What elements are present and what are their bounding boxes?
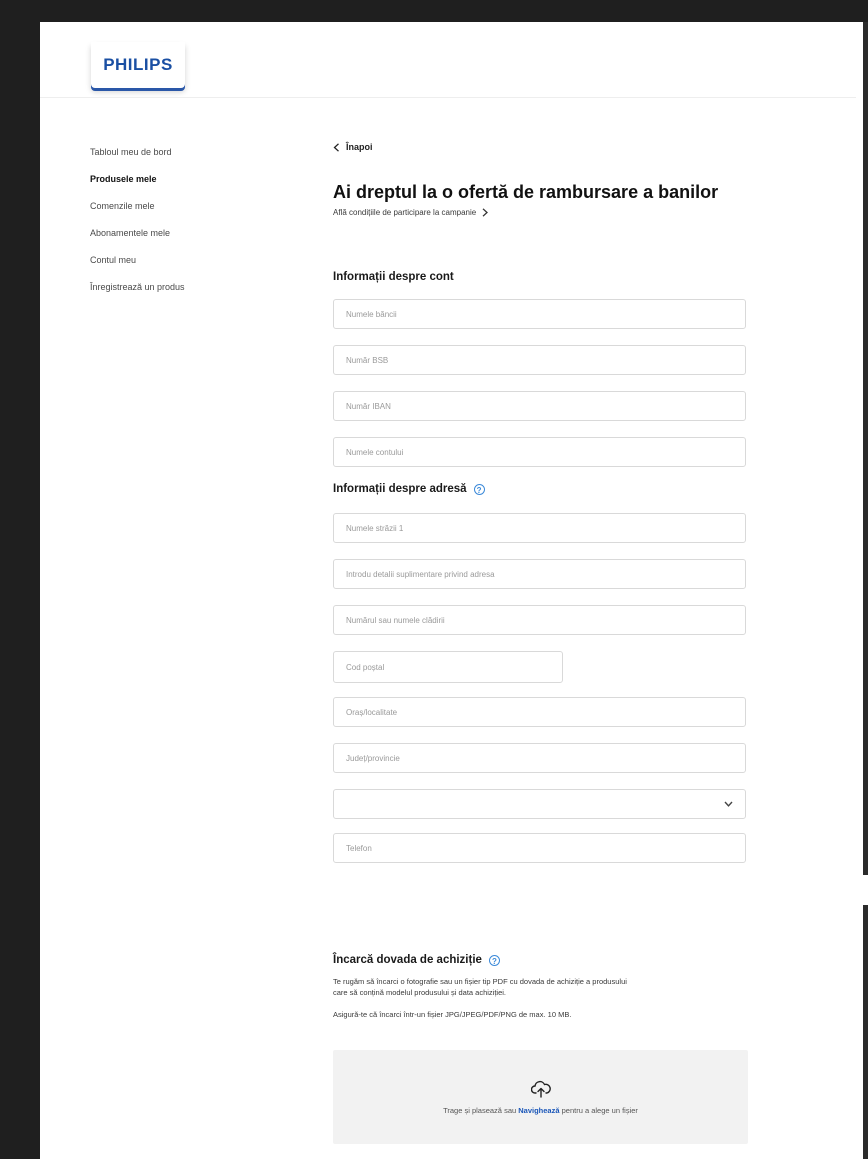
scrollbar-track-upper (863, 22, 868, 875)
sidebar-item-my-account[interactable]: Contul meu (90, 254, 270, 281)
account-heading-text: Informații despre cont (333, 271, 454, 283)
account-section: Informații despre cont (333, 271, 753, 471)
conditions-link[interactable]: Află condițiile de participare la campan… (333, 208, 803, 217)
philips-logo[interactable]: PHILIPS (91, 42, 185, 88)
building-input[interactable] (334, 606, 745, 634)
sidebar-item-my-orders[interactable]: Comenzile mele (90, 200, 270, 227)
account-name-input[interactable] (334, 438, 745, 466)
chevron-down-icon (724, 801, 733, 807)
page-title: Ai dreptul la o ofertă de rambursare a b… (333, 182, 719, 202)
dropzone-text: Trage și plasează sau Navighează pentru … (443, 1106, 638, 1115)
country-select[interactable] (333, 789, 746, 819)
postal-code-input[interactable] (334, 652, 562, 682)
address-section-heading: Informații despre adresă ? (333, 483, 753, 495)
street-name-field (333, 513, 746, 543)
upload-description-line-2: care să conțină modelul produsului și da… (333, 988, 507, 997)
bank-name-field (333, 299, 746, 329)
phone-input[interactable] (334, 834, 745, 862)
logo-text: PHILIPS (103, 55, 173, 74)
upload-section-heading: Încarcă dovada de achiziție ? (333, 954, 763, 966)
dropzone-text-before: Trage și plasează sau (443, 1105, 519, 1115)
building-field (333, 605, 746, 635)
phone-field (333, 833, 746, 863)
county-field (333, 743, 746, 773)
upload-section: Încarcă dovada de achiziție ? Te rugăm s… (333, 954, 763, 1154)
header-divider (40, 97, 868, 98)
postal-code-field (333, 651, 563, 683)
bsb-number-field (333, 345, 746, 375)
chevron-right-icon (482, 208, 489, 217)
address-details-field (333, 559, 746, 589)
sidebar-nav: Tabloul meu de bord Produsele mele Comen… (90, 146, 270, 308)
chevron-left-icon (333, 142, 339, 152)
dropzone-text-after: pentru a alege un fișier (559, 1105, 638, 1115)
cloud-upload-icon (530, 1080, 551, 1098)
conditions-label: Află condițiile de participare la campan… (333, 208, 477, 217)
upload-file-requirements: Asigură-te că încarci într-un fișier JPG… (333, 1010, 572, 1019)
address-details-input[interactable] (334, 560, 745, 588)
street-name-input[interactable] (334, 514, 745, 542)
bank-name-input[interactable] (334, 300, 745, 328)
account-name-field (333, 437, 746, 467)
address-heading-text: Informații despre adresă (333, 483, 467, 495)
sidebar-item-my-products[interactable]: Produsele mele (90, 173, 270, 200)
city-input[interactable] (334, 698, 745, 726)
account-section-heading: Informații despre cont (333, 271, 753, 283)
upload-description-line-1: Te rugăm să încarci o fotografie sau un … (333, 977, 627, 986)
upload-heading-text: Încarcă dovada de achiziție (333, 954, 482, 966)
file-dropzone[interactable]: Trage și plasează sau Navighează pentru … (333, 1050, 748, 1144)
city-field (333, 697, 746, 727)
back-link[interactable]: Înapoi (333, 140, 803, 154)
scrollbar-track-lower (863, 905, 868, 1159)
address-section: Informații despre adresă ? (333, 483, 753, 868)
browse-link[interactable]: Navighează (518, 1106, 559, 1115)
main-content: Înapoi Ai dreptul la o ofertă de ramburs… (333, 140, 803, 217)
iban-number-field (333, 391, 746, 421)
sidebar-item-dashboard[interactable]: Tabloul meu de bord (90, 146, 270, 173)
bsb-number-input[interactable] (334, 346, 745, 374)
iban-number-input[interactable] (334, 392, 745, 420)
upload-description: Te rugăm să încarci o fotografie sau un … (333, 976, 763, 998)
info-circle-icon[interactable]: ? (488, 954, 500, 966)
sidebar-item-my-subscriptions[interactable]: Abonamentele mele (90, 227, 270, 254)
back-label: Înapoi (346, 142, 373, 152)
info-circle-icon[interactable]: ? (473, 483, 485, 495)
county-input[interactable] (334, 744, 745, 772)
sidebar-item-register-product[interactable]: Înregistrează un produs (90, 281, 270, 308)
